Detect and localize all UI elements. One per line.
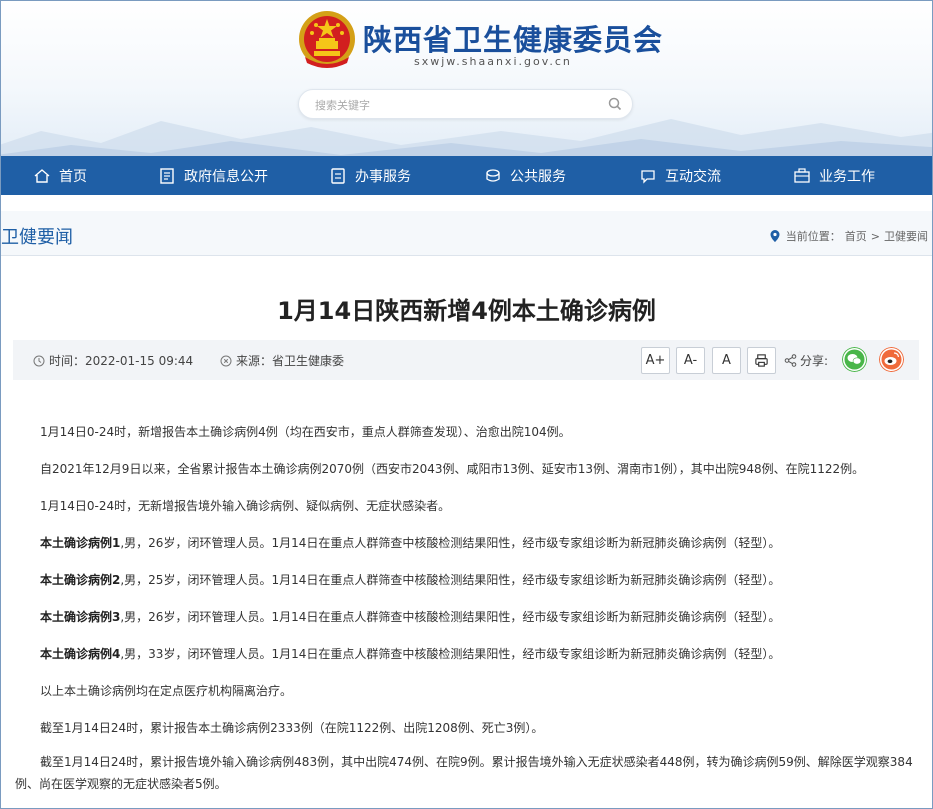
search-box <box>298 89 633 119</box>
case-label: 本土确诊病例1 <box>40 536 121 550</box>
paragraph: 1月14日0-24时，无新增报告境外输入确诊病例、疑似病例、无症状感染者。 <box>40 499 451 513</box>
case-paragraph: 本土确诊病例4,男，33岁，闭环管理人员。1月14日在重点人群筛查中核酸检测结果… <box>15 645 932 662</box>
article-source: 来源： 省卫生健康委 <box>220 352 344 369</box>
nav-item-business[interactable]: 业务工作 <box>793 156 875 195</box>
nav-item-public-services[interactable]: 公共服务 <box>484 156 566 195</box>
weibo-share-icon[interactable] <box>879 347 904 372</box>
case-text: ,男，26岁，闭环管理人员。1月14日在重点人群筛查中核酸检测结果阳性，经市级专… <box>120 536 781 550</box>
case-label: 本土确诊病例4 <box>40 647 121 661</box>
browser-page: 陕西省卫生健康委员会 sxwjw.shaanxi.gov.cn 首页 政府信息公… <box>0 0 933 809</box>
share-icon <box>784 354 797 367</box>
printer-icon <box>755 354 768 367</box>
case-paragraph: 本土确诊病例3,男，26岁，闭环管理人员。1月14日在重点人群筛查中核酸检测结果… <box>15 608 932 625</box>
share-text: 分享: <box>800 354 829 368</box>
nav-item-home[interactable]: 首页 <box>33 156 87 195</box>
font-reset-label: A <box>722 353 731 368</box>
nav-item-gov-info[interactable]: 政府信息公开 <box>158 156 268 195</box>
case-text: ,男，26岁，闭环管理人员。1月14日在重点人群筛查中核酸检测结果阳性，经市级专… <box>120 610 781 624</box>
font-decrease-label: A- <box>683 353 698 368</box>
paragraph: 1月14日0-24时，新增报告本土确诊病例4例（均在西安市，重点人群筛查发现）、… <box>40 425 571 439</box>
font-increase-button[interactable]: A+ <box>641 347 670 374</box>
case-paragraph: 本土确诊病例1,男，26岁，闭环管理人员。1月14日在重点人群筛查中核酸检测结果… <box>15 534 932 551</box>
clock-icon <box>33 355 45 366</box>
national-emblem-icon <box>299 11 355 68</box>
chat-icon <box>641 169 655 184</box>
nav-item-label: 政府信息公开 <box>184 168 268 185</box>
wechat-share-icon[interactable] <box>842 347 867 372</box>
paragraph: 截至1月14日24时，累计报告境外输入确诊病例483例，其中出院474例、在院9… <box>15 755 913 791</box>
nav-item-services[interactable]: 办事服务 <box>329 156 411 195</box>
font-increase-label: A+ <box>645 353 666 368</box>
search-icon[interactable] <box>607 96 623 112</box>
time-value: 2022-01-15 09:44 <box>85 353 194 368</box>
case-label: 本土确诊病例3 <box>40 610 121 624</box>
location-pin-icon <box>770 230 780 242</box>
source-value: 省卫生健康委 <box>272 354 345 368</box>
site-title: 陕西省卫生健康委员会 <box>363 23 664 57</box>
service-icon <box>331 167 345 184</box>
paragraph: 自2021年12月9日以来，全省累计报告本土确诊病例2070例（西安市2043例… <box>40 462 865 476</box>
font-reset-button[interactable]: A <box>712 347 741 374</box>
public-service-icon <box>486 168 500 182</box>
source-icon <box>220 355 232 366</box>
publish-time: 时间： 2022-01-15 09:44 <box>33 352 193 369</box>
breadcrumb: 当前位置： 首页 > 卫健要闻 <box>769 228 928 244</box>
case-text: ,男，33岁，闭环管理人员。1月14日在重点人群筛查中核酸检测结果阳性，经市级专… <box>120 647 781 661</box>
nav-item-interaction[interactable]: 互动交流 <box>639 156 721 195</box>
article-title: 1月14日陕西新增4例本土确诊病例 <box>277 297 656 325</box>
main-nav: 首页 政府信息公开 办事服务 公共服务 互动交流 业务工作 <box>1 156 932 195</box>
breadcrumb-separator: > <box>870 229 880 243</box>
font-decrease-button[interactable]: A- <box>676 347 705 374</box>
nav-item-label: 首页 <box>59 168 87 185</box>
document-list-icon <box>160 167 174 184</box>
nav-item-label: 业务工作 <box>819 168 875 185</box>
home-icon <box>34 168 50 183</box>
case-paragraph: 本土确诊病例2,男，25岁，闭环管理人员。1月14日在重点人群筛查中核酸检测结果… <box>15 571 932 588</box>
article-meta-bar: 时间： 2022-01-15 09:44 来源： 省卫生健康委 A+ A- A … <box>13 340 919 380</box>
share-label: 分享: <box>784 352 828 369</box>
breadcrumb-home-link[interactable]: 首页 <box>845 228 867 244</box>
breadcrumb-current-link[interactable]: 卫健要闻 <box>884 228 928 244</box>
section-header: 卫健要闻 当前位置： 首页 > 卫健要闻 <box>1 211 932 256</box>
site-domain: sxwjw.shaanxi.gov.cn <box>414 55 572 68</box>
time-label: 时间： <box>49 354 86 368</box>
nav-item-label: 互动交流 <box>665 168 721 185</box>
source-label: 来源： <box>236 354 273 368</box>
case-text: ,男，25岁，闭环管理人员。1月14日在重点人群筛查中核酸检测结果阳性，经市级专… <box>120 573 781 587</box>
nav-item-label: 公共服务 <box>510 168 566 185</box>
print-button[interactable] <box>747 347 776 374</box>
paragraph: 截至1月14日24时，累计报告本土确诊病例2333例（在院1122例、出院120… <box>40 721 544 735</box>
case-label: 本土确诊病例2 <box>40 573 121 587</box>
site-header: 陕西省卫生健康委员会 sxwjw.shaanxi.gov.cn <box>1 1 932 156</box>
paragraph: 以上本土确诊病例均在定点医疗机构隔离治疗。 <box>40 684 293 698</box>
section-title: 卫健要闻 <box>1 227 73 248</box>
nav-item-label: 办事服务 <box>355 168 411 185</box>
work-icon <box>794 167 810 183</box>
search-input[interactable] <box>313 94 597 116</box>
breadcrumb-prefix: 当前位置： <box>785 230 841 243</box>
